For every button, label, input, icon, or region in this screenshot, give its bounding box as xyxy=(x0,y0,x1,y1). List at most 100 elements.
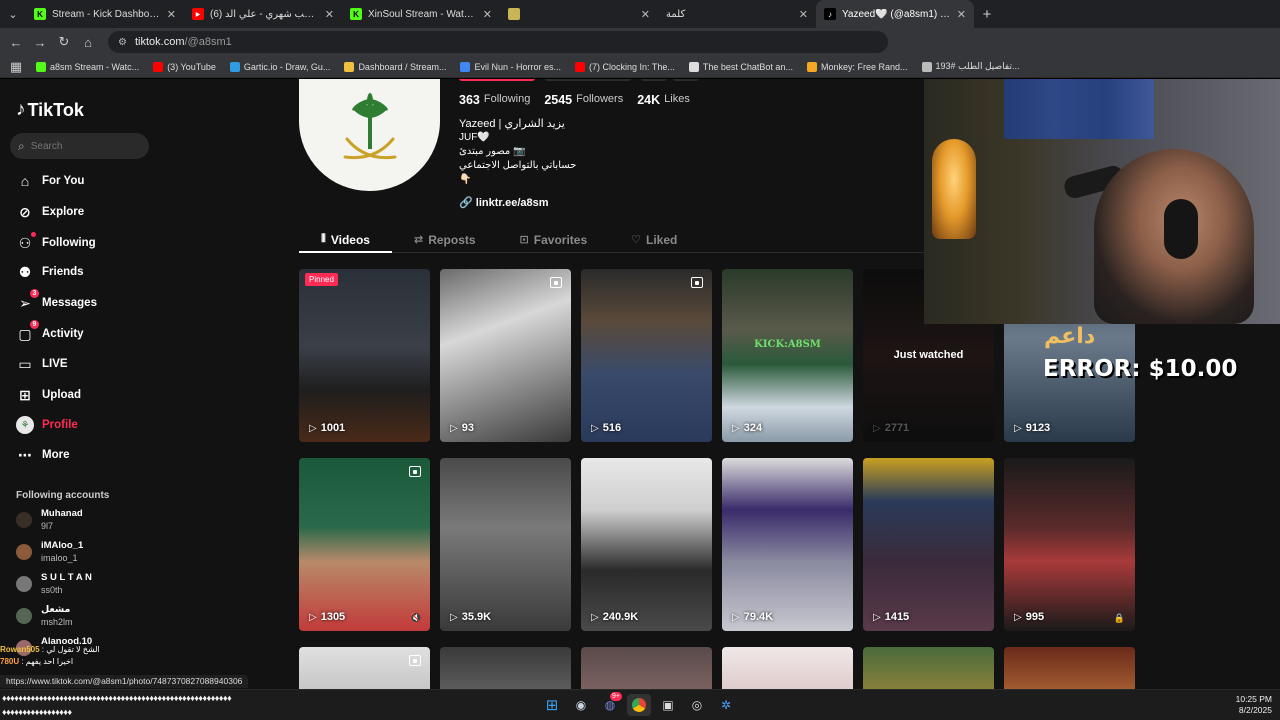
profile-link[interactable]: 🔗 linktr.ee/a8sm xyxy=(459,196,549,209)
following-account[interactable]: S U L T A N ss0th xyxy=(16,572,92,596)
search-input[interactable] xyxy=(30,140,131,152)
bookmark-label: The best ChatBot an... xyxy=(702,61,793,72)
apps-icon[interactable]: ▦ xyxy=(4,59,28,75)
chrome-icon[interactable] xyxy=(627,694,651,716)
video-thumbnail[interactable]: KICK:A8SM 324 xyxy=(722,269,853,442)
tab-label: Favorites xyxy=(533,232,588,247)
video-thumbnail[interactable] xyxy=(440,647,571,689)
bookmarks-bar: ▦ a8sm Stream - Watc... (3) YouTube Gartic… xyxy=(0,56,1280,78)
view-count: 1305 xyxy=(309,611,345,623)
browser-tab[interactable]: ✕ xyxy=(500,0,658,28)
profile-avatar[interactable] xyxy=(299,79,440,191)
nav-item-for-you[interactable]: ⌂ For You xyxy=(16,172,85,190)
more-button[interactable] xyxy=(673,79,699,81)
browser-tab[interactable]: كلمة ✕ xyxy=(658,0,816,28)
video-thumbnail[interactable] xyxy=(1004,647,1135,689)
video-thumbnail[interactable]: 79.4K xyxy=(722,458,853,631)
nav-item-profile[interactable]: ⚘ Profile xyxy=(16,416,78,434)
browser-tab[interactable]: K Stream - Kick Dashboard ✕ xyxy=(26,0,184,28)
video-thumbnail[interactable]: 1305 🔇 xyxy=(299,458,430,631)
avatar xyxy=(16,544,32,560)
tab-search-icon[interactable]: ⌄ xyxy=(0,0,26,28)
avatar xyxy=(16,576,32,592)
nav-item-messages[interactable]: ➢ 3 Messages xyxy=(16,289,97,312)
following-count[interactable]: 363 xyxy=(459,93,480,107)
app-icon[interactable]: ▣ xyxy=(656,694,680,716)
bookmark-item[interactable]: (7) Clocking In: The... xyxy=(575,61,675,72)
tab-title: سلام واللعب شهري - علي الد (6) xyxy=(210,8,319,20)
nav-item-upload[interactable]: ⊞ Upload xyxy=(16,386,81,404)
bookmark-item[interactable]: The best ChatBot an... xyxy=(688,61,793,72)
bookmark-item[interactable]: Evil Nun - Horror es... xyxy=(460,61,561,72)
nav-item-live[interactable]: ▭ LIVE xyxy=(16,355,67,373)
new-tab-button[interactable]: + xyxy=(974,6,1000,23)
browser-tab[interactable]: ♪ Yazeed🤍 (@a8sm1) | TikTok ✕ xyxy=(816,0,974,28)
followers-count[interactable]: 2545 xyxy=(544,93,572,107)
nav-item-following[interactable]: ⚇ Following xyxy=(16,232,96,252)
video-thumbnail[interactable] xyxy=(722,647,853,689)
nav-item-activity[interactable]: ▢ 9 Activity xyxy=(16,320,84,343)
video-thumbnail[interactable]: 516 xyxy=(581,269,712,442)
tab-liked[interactable]: ♡ Liked xyxy=(609,227,699,252)
close-tab-icon[interactable]: ✕ xyxy=(325,8,334,21)
discord-icon[interactable]: ◍ 9+ xyxy=(598,692,622,716)
video-thumbnail[interactable]: 35.9K xyxy=(440,458,571,631)
close-tab-icon[interactable]: ✕ xyxy=(957,8,966,21)
video-thumbnail[interactable]: 1415 xyxy=(863,458,994,631)
browser-tab[interactable]: ▶ سلام واللعب شهري - علي الد (6) ✕ xyxy=(184,0,342,28)
taskbar-clock[interactable]: 10:25 PM 8/2/2025 xyxy=(1236,694,1272,716)
obs-icon[interactable]: ◎ xyxy=(685,694,709,716)
url-field[interactable]: ⚙ tiktok.com/@a8sm1 xyxy=(108,31,888,53)
bookmark-item[interactable]: تفاصيل الطلب #193... xyxy=(921,61,1019,72)
following-label[interactable]: Following xyxy=(484,93,530,107)
bookmark-item[interactable]: a8sm Stream - Watc... xyxy=(36,61,139,72)
settings-button[interactable] xyxy=(545,79,631,81)
site-info-icon[interactable]: ⚙ xyxy=(118,37,127,48)
video-thumbnail[interactable] xyxy=(863,647,994,689)
video-thumbnail[interactable]: Pinned 1001 xyxy=(299,269,430,442)
edit-profile-button[interactable] xyxy=(459,79,535,81)
close-tab-icon[interactable]: ✕ xyxy=(641,8,650,21)
account-text: Muhanad 9l7 xyxy=(41,508,83,532)
nav-item-friends[interactable]: ⚉ Friends xyxy=(16,263,84,281)
profile-link-text[interactable]: linktr.ee/a8sm xyxy=(476,197,549,209)
bookmark-item[interactable]: Dashboard / Stream... xyxy=(344,61,446,72)
video-thumbnail[interactable] xyxy=(299,647,430,689)
video-thumbnail[interactable] xyxy=(581,647,712,689)
bookmark-item[interactable]: Gartic.io - Draw, Gu... xyxy=(229,61,330,72)
bookmark-item[interactable]: (3) YouTube xyxy=(153,61,216,72)
nav-item-explore[interactable]: ⊘ Explore xyxy=(16,203,84,221)
video-caption: KICK:A8SM xyxy=(754,339,821,350)
heart-icon: ♡ xyxy=(631,234,641,246)
tiktok-logo[interactable]: ♪ TikTok xyxy=(16,99,84,121)
nav-label: Following xyxy=(42,237,96,249)
notification-badge: 9 xyxy=(30,320,39,329)
forward-icon[interactable]: → xyxy=(28,35,52,50)
followers-label[interactable]: Followers xyxy=(576,93,623,107)
back-icon[interactable]: ← xyxy=(4,35,28,50)
close-tab-icon[interactable]: ✕ xyxy=(167,8,176,21)
close-tab-icon[interactable]: ✕ xyxy=(799,8,808,21)
video-thumbnail[interactable]: 240.9K xyxy=(581,458,712,631)
address-bar-row: ← → ↻ ⌂ ⚙ tiktok.com/@a8sm1 xyxy=(0,28,1280,56)
windows-start-icon[interactable]: ⊞ xyxy=(540,694,564,716)
tab-favorites[interactable]: ⊡ Favorites xyxy=(498,227,610,252)
close-tab-icon[interactable]: ✕ xyxy=(483,8,492,21)
following-account[interactable]: Muhanad 9l7 xyxy=(16,508,83,532)
reload-icon[interactable]: ↻ xyxy=(52,34,76,50)
video-thumbnail[interactable]: 995 🔒 xyxy=(1004,458,1135,631)
following-account[interactable]: iMAloo_1 imaloo_1 xyxy=(16,540,83,564)
settings-app-icon[interactable]: ✲ xyxy=(714,694,738,716)
home-icon[interactable]: ⌂ xyxy=(76,35,100,50)
tab-reposts[interactable]: ⇄ Reposts xyxy=(392,227,498,252)
nav-item-more[interactable]: ⋯ More xyxy=(16,446,69,464)
video-thumbnail[interactable]: 93 xyxy=(440,269,571,442)
share-button[interactable] xyxy=(641,79,667,81)
search-box[interactable]: ⌕ xyxy=(10,133,149,159)
bookmark-item[interactable]: Monkey: Free Rand... xyxy=(806,61,908,72)
following-account[interactable]: مشعل msh2lm xyxy=(16,604,73,628)
chat-message: 780U : اخيرا احد يفهم xyxy=(0,657,74,666)
steam-icon[interactable]: ◉ xyxy=(569,694,593,716)
tab-videos[interactable]: ⦀ Videos xyxy=(299,227,392,253)
browser-tab[interactable]: K XinSoul Stream - Watch Live on ✕ xyxy=(342,0,500,28)
